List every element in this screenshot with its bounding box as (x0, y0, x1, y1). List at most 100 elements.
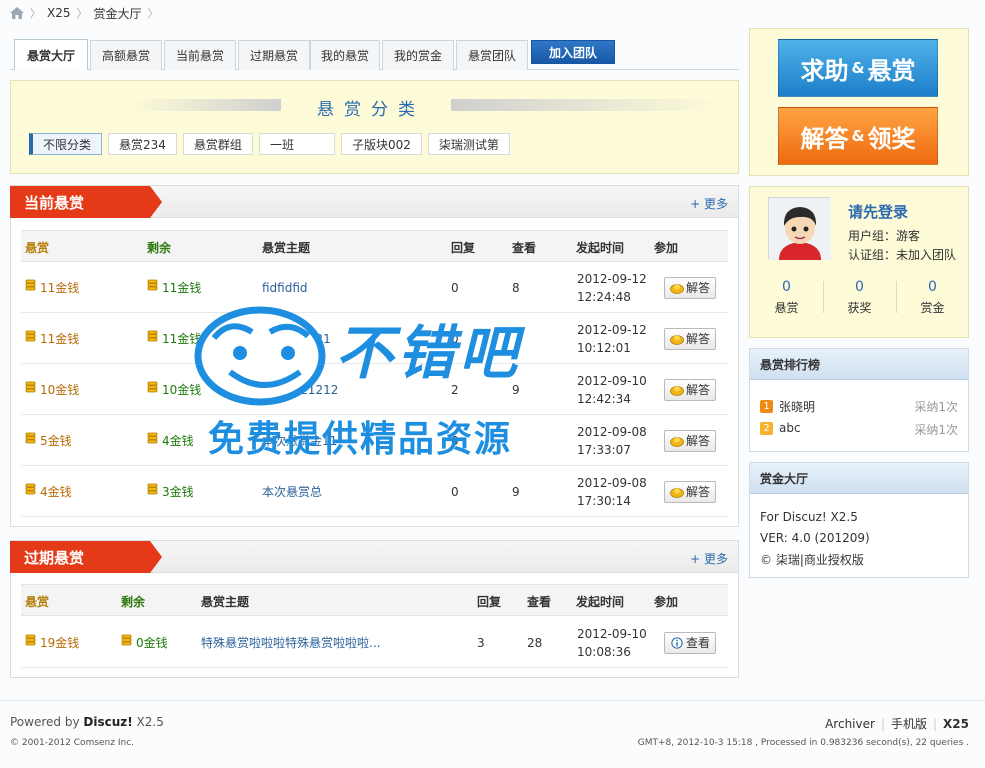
answer-button[interactable]: 解答 (664, 276, 716, 299)
answer-button[interactable]: 解答 (664, 327, 716, 350)
join-team-button[interactable]: 加入团队 (531, 40, 615, 64)
coin-icon (147, 279, 158, 290)
topic-link[interactable]: 121212121 (262, 332, 331, 346)
view-button[interactable]: 查看 (664, 631, 716, 654)
coin-icon (147, 432, 158, 443)
chevron-right-icon: 〉 (147, 7, 159, 20)
about-line: For Discuz! X2.5 (760, 510, 858, 524)
action-cell: 解答 (664, 364, 716, 415)
ranking-item[interactable]: 1 张晓明 (760, 398, 815, 415)
date: 2012-09-12 (577, 322, 647, 337)
coin-icon (25, 634, 36, 645)
topic-link[interactable]: 特殊悬赏啦啦啦特殊悬赏啦啦啦... (201, 634, 380, 651)
more-link[interactable]: + 更多 (690, 550, 728, 567)
col-views: 查看 (527, 595, 552, 609)
rank-count: 采纳1次 (914, 400, 958, 414)
answer-button[interactable]: 解答 (664, 378, 716, 401)
action-cell: 解答 (664, 466, 716, 517)
category-item[interactable]: 柒瑞测试第 (427, 133, 510, 155)
mobile-link[interactable]: 手机版 (891, 715, 927, 732)
left-cell: 3金钱 (147, 466, 194, 517)
replies-cell: 0 (451, 433, 459, 448)
left-amount: 3金钱 (162, 485, 194, 499)
left-cell: 0金钱 (121, 617, 168, 668)
user-group: 用户组：游客 (848, 229, 921, 243)
answer-amp: & (851, 127, 865, 145)
col-topic: 悬赏主题 (201, 595, 250, 609)
time-cell: 2012-09-10 12:42:34 (577, 364, 647, 415)
views-cell: 8 (512, 280, 520, 295)
tab-reward-hall[interactable]: 悬赏大厅 (14, 39, 88, 70)
tab-expired-reward[interactable]: 过期悬赏 (238, 40, 310, 70)
col-join: 参加 (654, 595, 679, 609)
rank-user[interactable]: 张晓明 (779, 398, 815, 415)
rank-user[interactable]: abc (779, 421, 801, 435)
login-link[interactable]: 请先登录 (848, 201, 908, 222)
category-item[interactable]: 悬赏234 (108, 133, 177, 155)
category-item[interactable]: 一班 (258, 133, 335, 155)
divider: | (933, 716, 938, 731)
topic-link[interactable]: 本次悬赏金11 (262, 432, 337, 449)
archiver-link[interactable]: Archiver (825, 717, 875, 731)
category-item[interactable]: 悬赏群组 (182, 133, 253, 155)
stat-reward: 0 悬赏 (750, 279, 823, 316)
tab-reward-team[interactable]: 悬赏团队 (456, 40, 528, 70)
button-label: 解答 (685, 434, 710, 448)
avatar[interactable] (768, 197, 831, 260)
date: 2012-09-12 (577, 271, 647, 286)
stat-value: 0 (928, 279, 937, 295)
replies-cell: 3 (477, 635, 485, 650)
col-replies: 回复 (451, 241, 476, 255)
topic-cell: 特殊悬赏啦啦啦特殊悬赏啦啦啦... (201, 617, 380, 668)
site-link[interactable]: X25 (943, 717, 969, 731)
rank-number: 2 (760, 421, 773, 435)
tab-my-bounty[interactable]: 我的赏金 (382, 40, 454, 70)
reward-cell: 19金钱 (25, 617, 79, 668)
reward-amount: 10金钱 (40, 383, 80, 397)
time: 17:33:07 (577, 442, 631, 457)
reward-cell: 5金钱 (25, 415, 72, 466)
gold-ingot-icon (670, 487, 684, 498)
topic-link[interactable]: 1212121212 (262, 383, 338, 397)
powered-brand-link[interactable]: Discuz! (83, 715, 132, 729)
left-cell: 11金钱 (147, 313, 201, 364)
ranking-item[interactable]: 2 abc (760, 421, 801, 435)
more-link[interactable]: + 更多 (690, 195, 728, 212)
breadcrumb-item-site[interactable]: X25 (47, 6, 71, 20)
col-join: 参加 (654, 241, 679, 255)
button-label: 解答 (685, 485, 710, 499)
tab-current-reward[interactable]: 当前悬赏 (164, 40, 236, 70)
tab-high-reward[interactable]: 高额悬赏 (90, 40, 162, 70)
date: 2012-09-08 (577, 475, 647, 490)
col-topic: 悬赏主题 (262, 241, 311, 255)
divider: | (880, 716, 885, 731)
topic-link[interactable]: fidfidfid (262, 281, 308, 295)
home-icon[interactable] (10, 7, 24, 19)
replies-cell: 0 (451, 331, 459, 346)
answer-claim-button[interactable]: 解答 & 领奖 (778, 107, 938, 165)
ask-reward-button[interactable]: 求助 & 悬赏 (778, 39, 938, 97)
ask-amp: & (851, 59, 865, 77)
table-row: 5金钱 4金钱 本次悬赏金11 0 2012-09-08 17:33:07 解答 (21, 415, 728, 466)
tab-my-reward[interactable]: 我的悬赏 (310, 40, 380, 70)
topic-link[interactable]: 本次悬赏总 (262, 483, 322, 500)
ask-label-1: 求助 (800, 56, 849, 85)
category-item-all[interactable]: 不限分类 (29, 133, 103, 155)
time-cell: 2012-09-10 10:08:36 (577, 617, 647, 668)
about-line: VER: 4.0 (201209) (760, 531, 870, 545)
answer-button[interactable]: 解答 (664, 429, 716, 452)
coin-icon (25, 381, 36, 392)
breadcrumb-item-current[interactable]: 赏金大厅 (94, 5, 142, 22)
answer-button[interactable]: 解答 (664, 480, 716, 503)
reward-cell: 11金钱 (25, 262, 79, 313)
copyright: © 2001-2012 Comsenz Inc. (10, 738, 135, 748)
topic-cell: 1212121212 (262, 364, 338, 415)
stat-label: 悬赏 (774, 301, 799, 315)
category-item[interactable]: 子版块002 (340, 133, 422, 155)
answer-label-1: 解答 (800, 124, 849, 153)
coin-icon (25, 330, 36, 341)
coin-icon (25, 432, 36, 443)
reward-amount: 4金钱 (40, 485, 72, 499)
stat-value: 0 (782, 279, 791, 295)
ranking-title: 悬赏排行榜 (750, 349, 968, 380)
